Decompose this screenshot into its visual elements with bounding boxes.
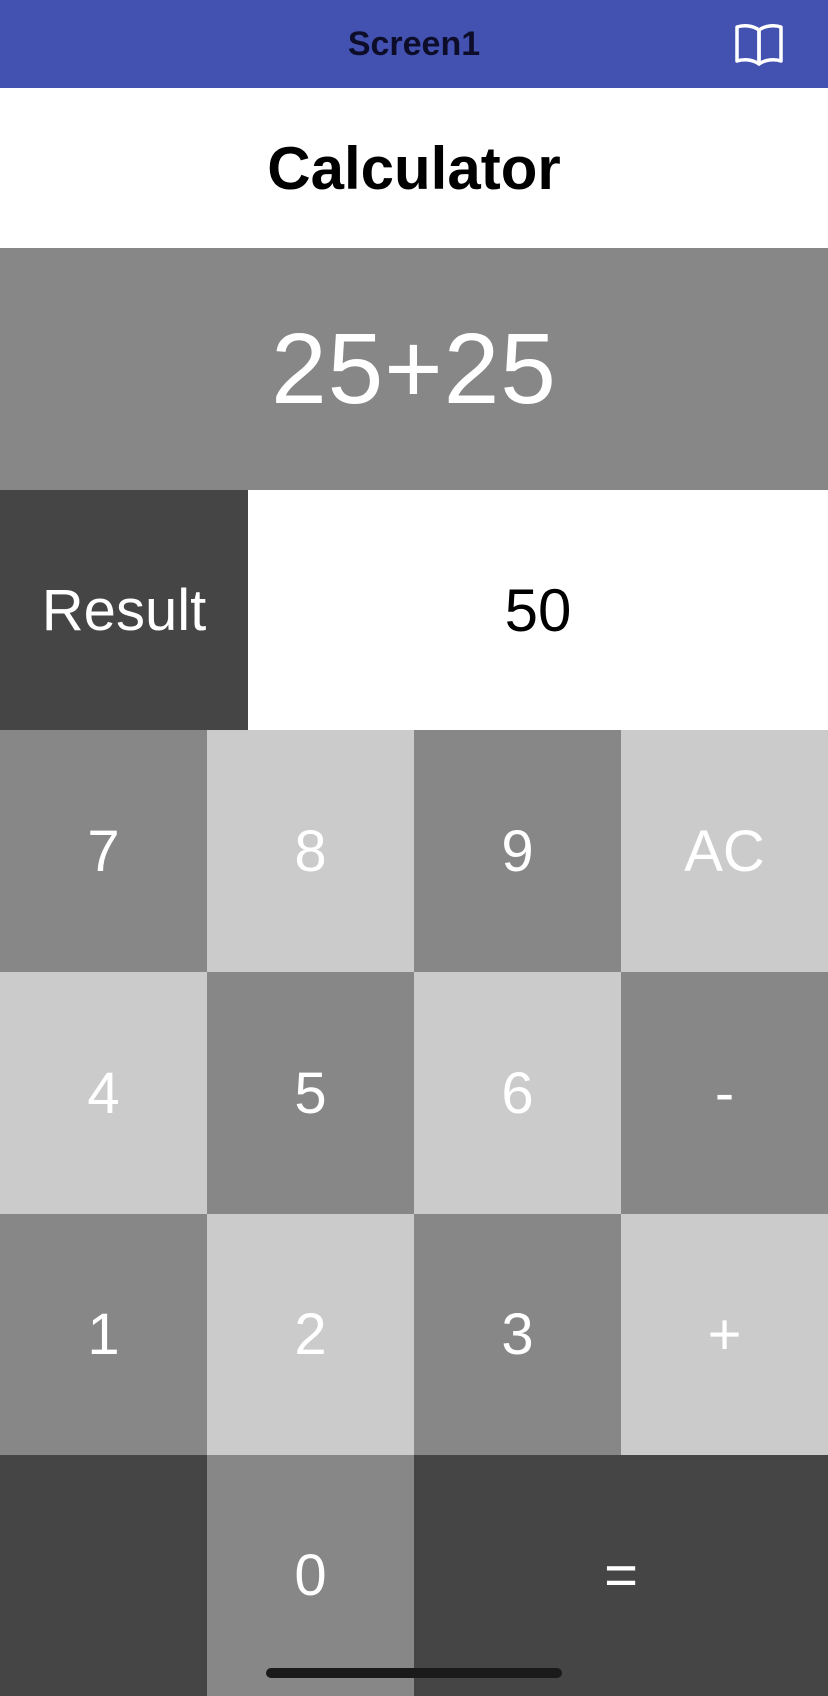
key-9[interactable]: 9 — [414, 730, 621, 972]
key-blank[interactable] — [0, 1455, 207, 1696]
result-label: Result — [41, 577, 207, 643]
key-equals[interactable]: = — [414, 1455, 828, 1696]
key-all-clear[interactable]: AC — [621, 730, 828, 972]
key-minus[interactable]: - — [621, 972, 828, 1214]
result-label-box: Result — [0, 490, 248, 730]
key-5[interactable]: 5 — [207, 972, 414, 1214]
key-2[interactable]: 2 — [207, 1214, 414, 1455]
app-bar-title: Screen1 — [347, 24, 481, 63]
calculator-screen: Screen1 Calculator 25+25 Result 50 7 8 9… — [0, 0, 828, 1696]
key-7[interactable]: 7 — [0, 730, 207, 972]
expression-text: 25+25 — [271, 312, 557, 425]
page-header: Calculator — [0, 88, 828, 248]
key-0[interactable]: 0 — [207, 1455, 414, 1696]
key-4[interactable]: 4 — [0, 972, 207, 1214]
result-value: 50 — [504, 576, 572, 644]
page-title: Calculator — [267, 134, 561, 202]
key-1[interactable]: 1 — [0, 1214, 207, 1455]
expression-display: 25+25 — [0, 248, 828, 490]
book-open-icon[interactable] — [734, 22, 784, 66]
key-8[interactable]: 8 — [207, 730, 414, 972]
key-plus[interactable]: + — [621, 1214, 828, 1455]
result-value-box: 50 — [248, 490, 828, 730]
key-3[interactable]: 3 — [414, 1214, 621, 1455]
app-bar: Screen1 — [0, 0, 828, 88]
home-indicator — [266, 1668, 562, 1678]
key-6[interactable]: 6 — [414, 972, 621, 1214]
